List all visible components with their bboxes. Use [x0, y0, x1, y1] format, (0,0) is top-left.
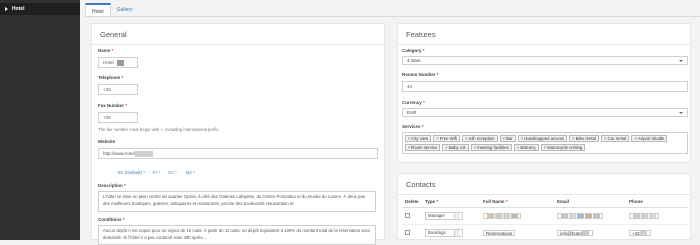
- tab-lang-de[interactable]: De *: [186, 170, 195, 175]
- tab-gallery[interactable]: Gallery: [111, 3, 139, 17]
- type-select[interactable]: Manager: [425, 211, 463, 220]
- tab-lang-cn[interactable]: Cn *: [168, 170, 177, 175]
- category-select[interactable]: 4 stars: [402, 56, 688, 65]
- column-header: Email: [554, 197, 626, 208]
- currency-select[interactable]: EUR: [402, 108, 688, 117]
- description-label: Description *: [98, 183, 126, 188]
- fax-hint: The fax number must begin with +, includ…: [98, 127, 219, 132]
- category-label: Category *: [402, 48, 425, 53]
- table-row: Bookings Réservations info@hotel +33: [402, 224, 688, 242]
- service-tag[interactable]: ×Motorcycle renting: [540, 144, 586, 151]
- service-tag[interactable]: ×meeting facilities: [470, 144, 512, 151]
- email-input[interactable]: info@hotel: [557, 229, 593, 236]
- website-input[interactable]: http://www.hotel: [98, 148, 378, 159]
- service-tag[interactable]: ×Airport shuttle: [631, 134, 668, 142]
- sidebar-item-hotel[interactable]: Hotel: [0, 3, 80, 15]
- service-tag[interactable]: ×Balcony: [513, 144, 539, 151]
- features-title: Features: [398, 24, 690, 45]
- fullname-input[interactable]: [483, 212, 521, 219]
- table-row: Manager: [402, 207, 688, 225]
- chevron-down-icon: [679, 111, 683, 114]
- service-tag[interactable]: ×Room service: [404, 144, 441, 151]
- chevron-right-icon: [5, 7, 8, 11]
- telephone-input[interactable]: +33: [98, 84, 138, 95]
- phone-input[interactable]: [629, 212, 659, 219]
- conditions-label: Conditions *: [98, 217, 125, 222]
- service-tag[interactable]: ×Bike rental: [569, 134, 599, 142]
- delete-checkbox[interactable]: [405, 229, 410, 235]
- contacts-title: Contacts: [398, 174, 690, 195]
- service-tag[interactable]: ×24h reception: [461, 134, 498, 142]
- website-label: Website: [98, 139, 116, 144]
- service-tag[interactable]: ×Bar: [499, 134, 516, 142]
- service-tag[interactable]: ×Free Wifi: [433, 134, 460, 142]
- sidebar: Hotel: [0, 0, 80, 240]
- phone-input[interactable]: +33: [629, 229, 651, 236]
- chevron-down-icon: [679, 59, 683, 62]
- contacts-panel: Contacts Delete Type * Full Name * Email…: [397, 173, 691, 242]
- sidebar-item-label: Hotel: [12, 6, 25, 12]
- service-tag[interactable]: ×Handicapped access: [517, 134, 568, 142]
- type-select[interactable]: Bookings: [425, 228, 463, 237]
- tab-bar: Hotel Gallery: [85, 3, 139, 17]
- name-label: Name *: [98, 48, 114, 53]
- currency-label: Currency *: [402, 100, 425, 105]
- column-header: Full Name *: [480, 197, 554, 208]
- service-tag[interactable]: ×City view: [404, 134, 432, 142]
- tab-divider: [85, 16, 700, 17]
- telephone-label: Telephone *: [98, 75, 124, 80]
- fax-input[interactable]: +33: [98, 112, 138, 123]
- services-multiselect[interactable]: ×City view ×Free Wifi ×24h reception ×Ba…: [402, 132, 688, 154]
- email-input[interactable]: [557, 212, 603, 219]
- tab-hotel[interactable]: Hotel: [85, 3, 111, 17]
- contacts-table: Delete Type * Full Name * Email Phone Ma…: [402, 197, 688, 242]
- column-header: Phone: [626, 197, 688, 208]
- name-input[interactable]: Hotel: [98, 57, 138, 68]
- delete-checkbox[interactable]: [405, 212, 410, 218]
- service-tag[interactable]: ×Car rental: [600, 134, 630, 142]
- column-header: Type *: [422, 197, 480, 208]
- services-label: Services *: [402, 124, 424, 129]
- fullname-input[interactable]: Réservations: [483, 229, 516, 236]
- rooms-input[interactable]: 44: [402, 81, 688, 92]
- features-panel: Features Category * 4 stars Rooms Number…: [397, 23, 691, 163]
- column-header: Delete: [402, 197, 422, 208]
- fax-label: Fax Number *: [98, 103, 128, 108]
- general-title: General: [92, 24, 384, 45]
- tab-lang-fr[interactable]: Fr *: [153, 170, 160, 175]
- conditions-textarea[interactable]: Aucun dépôt n est requis pour un séjour …: [98, 225, 376, 245]
- general-panel: General Name * Hotel Telephone * +33 Fax…: [91, 23, 385, 245]
- rooms-label: Rooms Number *: [402, 72, 439, 77]
- description-textarea[interactable]: L'hôtel se situe en plein centre du quar…: [98, 191, 376, 212]
- service-tag[interactable]: ×Baby cot: [442, 144, 469, 151]
- tab-lang-en[interactable]: En (Default) *: [118, 170, 145, 175]
